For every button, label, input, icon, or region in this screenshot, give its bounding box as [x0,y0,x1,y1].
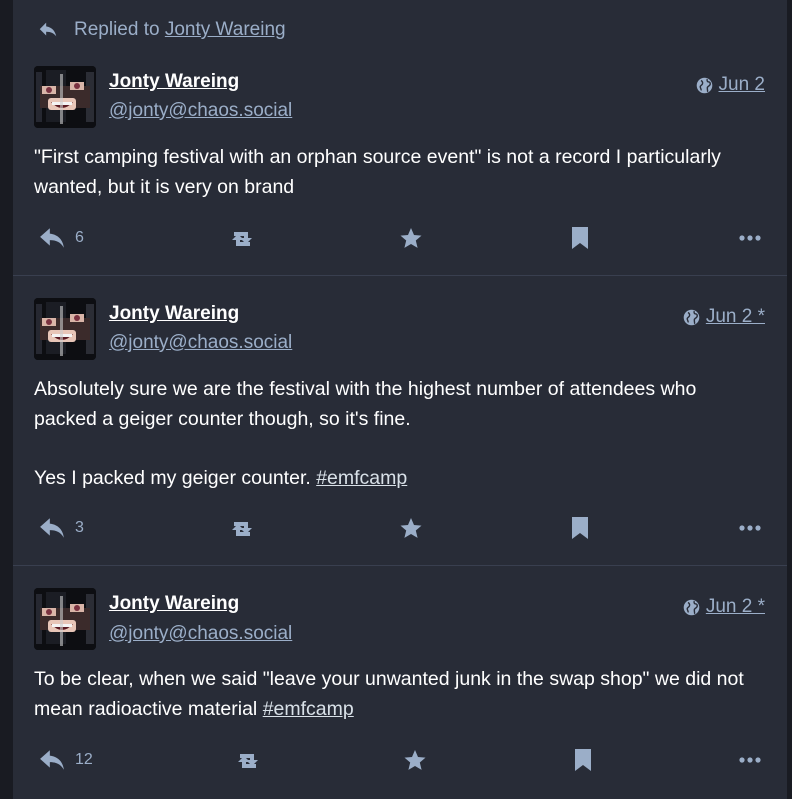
more-options-button[interactable] [739,524,761,532]
boost-icon [232,232,252,246]
reply-icon [40,228,64,248]
status-content: Absolutely sure we are the festival with… [34,375,764,493]
reply-button[interactable]: 3 [39,516,84,540]
reply-icon [40,518,64,538]
account-handle-link[interactable]: @jonty@chaos.social [109,623,292,645]
timeline-column: Replied to Jonty Wareing Jonty Wareing @… [13,0,787,799]
status-paragraph: Absolutely sure we are the festival with… [34,378,697,430]
bookmark-icon [572,517,588,539]
reply-count: 12 [75,751,93,768]
display-name-link[interactable]: Jonty Wareing [109,593,239,615]
replied-to-link[interactable]: Jonty Wareing [165,19,286,40]
favourite-button[interactable] [399,516,423,540]
status-paragraph: To be clear, when we said "leave your un… [34,665,764,724]
status-1[interactable]: Jonty Wareing @jonty@chaos.social Jun 2 … [13,58,787,276]
status-3[interactable]: Jonty Wareing @jonty@chaos.social Jun 2 … [13,566,787,799]
status-2[interactable]: Jonty Wareing @jonty@chaos.social Jun 2 … [13,276,787,566]
favourite-button[interactable] [403,748,427,772]
timestamp-text: Jun 2 * [705,596,765,617]
reply-icon [40,750,64,770]
globe-icon [683,599,700,615]
display-name-link[interactable]: Jonty Wareing [109,71,239,93]
reply-count: 3 [75,519,84,536]
more-icon [739,757,761,763]
favourite-icon [404,750,426,770]
more-options-button[interactable] [739,756,761,764]
bookmark-button[interactable] [571,516,589,540]
avatar[interactable] [34,66,96,128]
more-options-button[interactable] [739,234,761,242]
hashtag-link[interactable]: #emfcamp [316,467,407,489]
status-timestamp[interactable]: Jun 2 * [683,306,765,328]
boost-button[interactable] [228,518,256,540]
status-paragraph-text: To be clear, when we said "leave your un… [34,668,744,720]
status-timestamp[interactable]: Jun 2 * [683,596,765,618]
bookmark-button[interactable] [571,226,589,250]
bookmark-button[interactable] [574,748,592,772]
replied-to-prefix: Replied to [74,19,160,40]
boost-icon [238,754,258,768]
globe-icon [683,309,700,325]
favourite-button[interactable] [399,226,423,250]
bookmark-icon [575,749,591,771]
timestamp-text: Jun 2 [718,74,765,95]
account-handle-link[interactable]: @jonty@chaos.social [109,332,292,354]
boost-icon [232,522,252,536]
status-content: "First camping festival with an orphan s… [34,143,764,202]
status-paragraph-text: Yes I packed my geiger counter. [34,466,311,489]
avatar[interactable] [34,298,96,360]
status-timestamp[interactable]: Jun 2 [696,74,765,96]
status-content: To be clear, when we said "leave your un… [34,665,764,724]
status-paragraph: "First camping festival with an orphan s… [34,146,721,198]
boost-button[interactable] [228,228,256,250]
account-handle-link[interactable]: @jonty@chaos.social [109,100,292,122]
replied-to-text: Replied to Jonty Wareing [74,19,286,41]
bookmark-icon [572,227,588,249]
boost-button[interactable] [234,750,262,772]
reply-button[interactable]: 6 [39,226,84,250]
more-icon [739,235,761,241]
avatar[interactable] [34,588,96,650]
globe-icon [696,77,712,93]
more-icon [739,525,761,531]
favourite-icon [400,518,422,538]
timestamp-text: Jun 2 * [705,306,765,327]
status-paragraph: Yes I packed my geiger counter. #emfcamp [34,464,764,494]
replied-to-header: Replied to Jonty Wareing [13,0,787,58]
display-name-link[interactable]: Jonty Wareing [109,303,239,325]
reply-button[interactable]: 12 [39,748,93,772]
favourite-icon [400,228,422,248]
hashtag-link[interactable]: #emfcamp [263,698,354,720]
reply-icon [39,22,57,37]
reply-count: 6 [75,229,84,246]
